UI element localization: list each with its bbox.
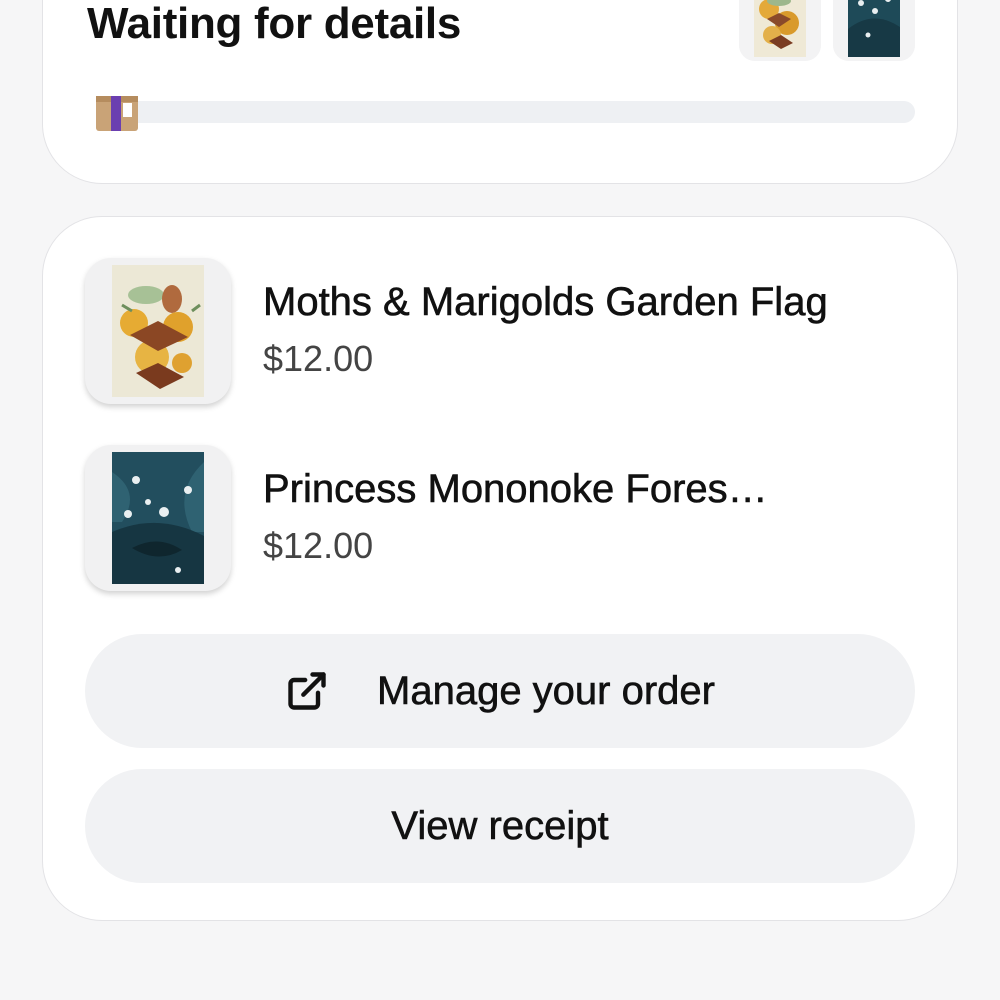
manage-order-label: Manage your order <box>377 668 716 713</box>
moths-flag-image <box>739 0 821 61</box>
item-price: $12.00 <box>263 525 374 566</box>
package-box-icon <box>95 93 139 133</box>
status-item-thumbnail-moths <box>739 0 821 61</box>
view-receipt-label: View receipt <box>391 803 609 848</box>
item-price: $12.00 <box>263 338 374 379</box>
item-title[interactable]: Princess Mononoke Fores… <box>263 467 768 512</box>
status-title: Waiting for details <box>87 0 462 48</box>
moths-flag-image <box>112 265 204 397</box>
shipping-progress-track <box>101 101 915 123</box>
order-items-card: Moths & Marigolds Garden Flag $12.00 Pri… <box>42 216 958 921</box>
forest-poster-image <box>833 0 915 61</box>
order-item[interactable]: Princess Mononoke Fores… $12.00 <box>85 445 935 593</box>
item-thumbnail[interactable] <box>85 258 231 404</box>
view-receipt-button[interactable]: View receipt <box>85 769 915 883</box>
external-link-icon <box>285 669 329 713</box>
order-status-card: Waiting for details <box>42 0 958 184</box>
forest-poster-image <box>112 452 204 584</box>
item-thumbnail[interactable] <box>85 445 231 591</box>
manage-order-button[interactable]: Manage your order <box>85 634 915 748</box>
order-item[interactable]: Moths & Marigolds Garden Flag $12.00 <box>85 258 935 406</box>
status-item-thumbnail-forest <box>833 0 915 61</box>
item-title[interactable]: Moths & Marigolds Garden Flag <box>263 280 828 325</box>
